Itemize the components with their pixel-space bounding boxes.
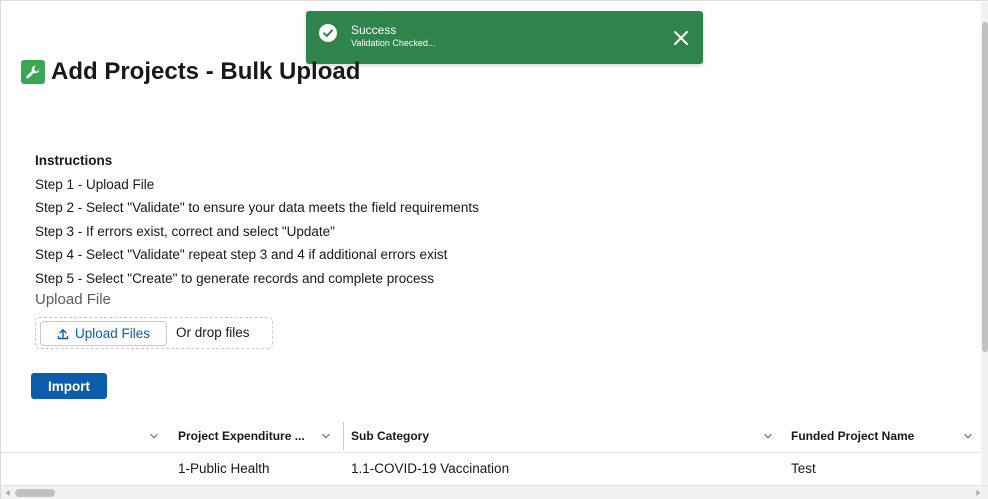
close-icon[interactable] [673, 30, 689, 46]
success-toast: Success Validation Checked... [306, 11, 703, 64]
chevron-down-icon[interactable] [963, 431, 973, 441]
vertical-scrollbar[interactable] [981, 2, 988, 484]
column-header-sub-category[interactable]: Sub Category [351, 419, 429, 453]
wrench-icon [21, 60, 45, 84]
chevron-down-icon[interactable] [149, 431, 159, 441]
toast-title: Success [351, 23, 397, 37]
upload-icon [57, 328, 69, 339]
instructions-title: Instructions [35, 153, 113, 168]
page-frame: Success Validation Checked... Add Projec… [0, 0, 988, 499]
table-header: Project Expenditure ... Sub Category Fun… [1, 419, 987, 453]
success-check-icon [319, 24, 337, 42]
upload-files-label: Upload Files [74, 326, 151, 341]
upload-files-button[interactable]: Upload Files [40, 321, 167, 346]
instruction-step: Step 5 - Select "Create" to generate rec… [35, 270, 435, 286]
table-cell: 1.1-COVID-19 Vaccination [351, 461, 510, 476]
drop-files-text: Or drop files [176, 325, 250, 340]
table-cell: Test [791, 461, 816, 476]
instruction-step: Step 4 - Select "Validate" repeat step 3… [35, 247, 448, 262]
vertical-scroll-thumb[interactable] [982, 22, 988, 352]
instruction-step: Step 2 - Select "Validate" to ensure you… [35, 200, 479, 215]
upload-file-label: Upload File [35, 291, 111, 308]
horizontal-scroll-thumb[interactable] [15, 489, 55, 497]
file-dropzone[interactable]: Upload Files Or drop files [35, 317, 273, 349]
import-button[interactable]: Import [31, 373, 107, 399]
scroll-left-icon[interactable] [4, 489, 12, 497]
column-resize-handle[interactable] [343, 422, 344, 450]
instruction-step: Step 3 - If errors exist, correct and se… [35, 223, 335, 239]
instructions-block: Instructions Step 1 - Upload File Step 2… [35, 149, 479, 290]
instruction-step: Step 1 - Upload File [35, 176, 155, 192]
column-header-funded-project-name[interactable]: Funded Project Name [791, 419, 914, 453]
scroll-right-icon[interactable] [974, 489, 982, 497]
table-row: 1-Public Health 1.1-COVID-19 Vaccination… [1, 454, 987, 484]
chevron-down-icon[interactable] [321, 431, 331, 441]
column-header-project-expenditure[interactable]: Project Expenditure ... [178, 419, 305, 453]
horizontal-scrollbar[interactable] [1, 485, 988, 499]
toast-message: Validation Checked... [351, 38, 436, 48]
chevron-down-icon[interactable] [763, 431, 773, 441]
table-cell: 1-Public Health [178, 461, 270, 476]
page-title: Add Projects - Bulk Upload [51, 58, 361, 85]
